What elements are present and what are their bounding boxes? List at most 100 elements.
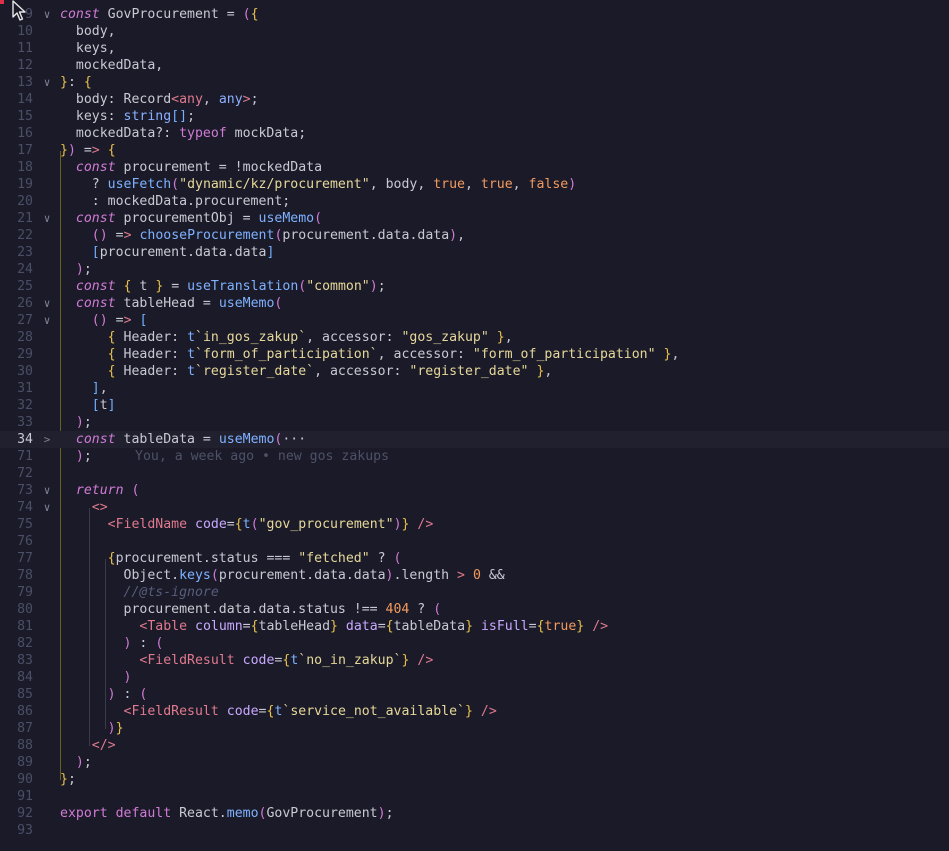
modified-indicator	[0, 0, 4, 4]
line-number: 84	[17, 670, 33, 685]
code-text: );	[75, 449, 92, 464]
code-line[interactable]: 88 </>	[0, 737, 949, 754]
code-line[interactable]: 22 () => chooseProcurement(procurement.d…	[0, 227, 949, 244]
code-line[interactable]: 91	[0, 788, 949, 805]
line-number: 34	[17, 432, 33, 447]
code-line[interactable]: 33 );	[0, 414, 949, 431]
code-line[interactable]: 12 mockedData,	[0, 57, 949, 74]
code-line[interactable]: 34 > const tableData = useMemo(···	[0, 431, 949, 448]
line-number: 76	[17, 534, 33, 549]
code-line[interactable]: 25 const { t } = useTranslation("common"…	[0, 278, 949, 295]
code-line[interactable]: 73 ∨ return (	[0, 482, 949, 499]
line-number: 74	[17, 500, 33, 515]
fold-collapse-icon[interactable]: ∨	[40, 295, 54, 312]
code-line[interactable]: 76	[0, 533, 949, 550]
line-number: 20	[17, 194, 33, 209]
line-number: 85	[17, 687, 33, 702]
code-line[interactable]: 16 mockedData?: typeof mockData;	[0, 125, 949, 142]
code-text: ) : (	[123, 636, 164, 651]
code-text: () => [	[91, 313, 148, 328]
fold-collapse-icon[interactable]: ∨	[40, 482, 54, 499]
code-line[interactable]: 32 [t]	[0, 397, 949, 414]
code-line[interactable]: 10 body,	[0, 23, 949, 40]
code-line[interactable]: 28 { Header: t`in_gos_zakup`, accessor: …	[0, 329, 949, 346]
code-text: );	[75, 262, 92, 277]
code-text: ],	[91, 381, 108, 396]
code-line[interactable]: 23 [procurement.data.data]	[0, 244, 949, 261]
code-line[interactable]: 29 { Header: t`form_of_participation`, a…	[0, 346, 949, 363]
code-line[interactable]: 81 <Table column={tableHead} data={table…	[0, 618, 949, 635]
fold-collapse-icon[interactable]: ∨	[40, 74, 54, 91]
code-line[interactable]: 80 procurement.data.data.status !== 404 …	[0, 601, 949, 618]
code-text: [t]	[91, 398, 116, 413]
code-line[interactable]: 13 ∨ }: {	[0, 74, 949, 91]
line-number: 24	[17, 262, 33, 277]
code-line[interactable]: 83 <FieldResult code={t`no_in_zakup`} />	[0, 652, 949, 669]
code-text: )	[123, 670, 132, 685]
line-number: 23	[17, 245, 33, 260]
code-text: const procurementObj = useMemo(	[75, 211, 323, 226]
line-number: 21	[17, 211, 33, 226]
line-number: 28	[17, 330, 33, 345]
code-text: { Header: t`form_of_participation`, acce…	[107, 347, 680, 362]
line-number: 13	[17, 75, 33, 90]
fold-collapse-icon[interactable]: ∨	[40, 312, 54, 329]
code-text: Object.keys(procurement.data.data).lengt…	[60, 568, 505, 583]
fold-expand-icon[interactable]: >	[40, 431, 54, 448]
code-line[interactable]: 27 ∨ () => [	[0, 312, 949, 329]
code-line[interactable]: 85 ) : (	[0, 686, 949, 703]
code-text: const tableHead = useMemo(	[75, 296, 283, 311]
code-line[interactable]: 24 );	[0, 261, 949, 278]
code-line[interactable]: 14 body: Record<any, any>;	[0, 91, 949, 108]
code-line[interactable]: 79 //@ts-ignore	[0, 584, 949, 601]
fold-collapse-icon[interactable]: ∨	[40, 210, 54, 227]
code-line[interactable]: 30 { Header: t`register_date`, accessor:…	[0, 363, 949, 380]
line-number: 86	[17, 704, 33, 719]
line-number: 88	[17, 738, 33, 753]
code-text: const GovProcurement = ({	[60, 7, 259, 22]
code-line[interactable]: 90};	[0, 771, 949, 788]
code-line[interactable]: 86 <FieldResult code={t`service_not_avai…	[0, 703, 949, 720]
code-line[interactable]: 77 {procurement.status === "fetched" ? (	[0, 550, 949, 567]
code-line[interactable]: 72	[0, 465, 949, 482]
code-text: }: {	[60, 75, 92, 90]
code-text: procurement.data.data.status !== 404 ? (	[60, 602, 442, 617]
code-line[interactable]: 18 const procurement = !mockedData	[0, 159, 949, 176]
code-line[interactable]: 74 ∨ <>	[0, 499, 949, 516]
code-line[interactable]: 89 );	[0, 754, 949, 771]
code-line[interactable]: 26 ∨ const tableHead = useMemo(	[0, 295, 949, 312]
code-line[interactable]: 87 )}	[0, 720, 949, 737]
code-line[interactable]: 20 : mockedData.procurement;	[0, 193, 949, 210]
line-number: 91	[17, 789, 33, 804]
line-number: 72	[17, 466, 33, 481]
code-editor[interactable]: 9 ∨ const GovProcurement = ({10 body, 11 ke…	[0, 0, 949, 851]
fold-collapse-icon[interactable]: ∨	[40, 499, 54, 516]
code-line[interactable]: 21 ∨ const procurementObj = useMemo(	[0, 210, 949, 227]
line-number: 83	[17, 653, 33, 668]
code-text: <FieldResult code={t`service_not_availab…	[123, 704, 497, 719]
code-line[interactable]: 9 ∨ const GovProcurement = ({	[0, 6, 949, 23]
code-line[interactable]: 82 ) : (	[0, 635, 949, 652]
code-line[interactable]: 71 ); You, a week ago • new gos zakups	[0, 448, 949, 465]
code-line[interactable]: 93	[0, 822, 949, 839]
line-number: 77	[17, 551, 33, 566]
line-number: 29	[17, 347, 33, 362]
code-text: <>	[91, 500, 108, 515]
code-line[interactable]: 17}) => {	[0, 142, 949, 159]
code-line[interactable]: 31 ],	[0, 380, 949, 397]
line-number: 32	[17, 398, 33, 413]
code-line[interactable]: 19 ? useFetch("dynamic/kz/procurement", …	[0, 176, 949, 193]
code-line[interactable]: 15 keys: string[];	[0, 108, 949, 125]
code-text: mockedData?: typeof mockData;	[60, 126, 307, 141]
code-text: );	[75, 755, 92, 770]
code-text: () => chooseProcurement(procurement.data…	[91, 228, 466, 243]
code-line[interactable]: 11 keys,	[0, 40, 949, 57]
code-line[interactable]: 75 <FieldName code={t("gov_procurement")…	[0, 516, 949, 533]
code-line[interactable]: 84 )	[0, 669, 949, 686]
code-text: { Header: t`register_date`, accessor: "r…	[107, 364, 553, 379]
code-text: [procurement.data.data]	[91, 245, 275, 260]
fold-collapse-icon[interactable]: ∨	[40, 6, 54, 23]
code-line[interactable]: 92 export default React.memo(GovProcureme…	[0, 805, 949, 822]
line-number: 9	[25, 7, 33, 22]
code-line[interactable]: 78 Object.keys(procurement.data.data).le…	[0, 567, 949, 584]
